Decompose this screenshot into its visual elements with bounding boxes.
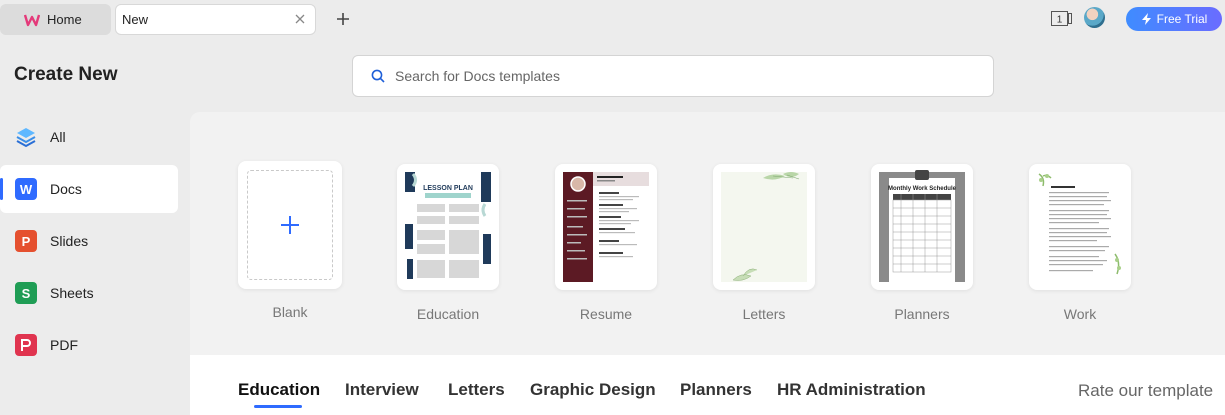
template-card-blank[interactable]: [238, 161, 342, 289]
sidebar-item-label: All: [50, 129, 66, 145]
docs-icon: W: [15, 178, 37, 200]
sidebar-item-label: Sheets: [50, 285, 94, 301]
free-trial-label: Free Trial: [1156, 12, 1208, 26]
search-input[interactable]: [395, 68, 955, 84]
tab-new[interactable]: New: [115, 4, 316, 35]
sidebar-item-all[interactable]: All: [0, 113, 178, 161]
search-bar[interactable]: [352, 55, 994, 97]
close-tab-icon[interactable]: [293, 12, 307, 26]
category-tab-interview[interactable]: Interview: [345, 380, 419, 400]
svg-text:LESSON PLAN: LESSON PLAN: [423, 185, 473, 192]
window-count-icon[interactable]: 1: [1051, 11, 1072, 26]
all-layers-icon: [15, 126, 37, 148]
sidebar-item-slides[interactable]: P Slides: [0, 217, 178, 265]
education-thumbnail: LESSON PLAN: [405, 172, 491, 282]
active-tab-indicator: [254, 405, 302, 408]
search-icon: [371, 69, 385, 83]
lightning-icon: [1141, 13, 1151, 25]
resume-thumbnail: [563, 172, 649, 282]
template-label-letters: Letters: [742, 306, 786, 322]
template-card-resume[interactable]: [555, 164, 657, 290]
category-tab-education[interactable]: Education: [238, 380, 320, 400]
category-tab-planners[interactable]: Planners: [680, 380, 752, 400]
tab-new-label: New: [122, 12, 149, 27]
template-label-blank: Blank: [272, 304, 308, 320]
work-thumbnail: [1037, 172, 1123, 282]
sidebar-item-label: PDF: [50, 337, 78, 353]
window-count-text: 1: [1057, 15, 1063, 26]
sheets-icon: S: [15, 282, 37, 304]
rate-template-link[interactable]: Rate our template: [1078, 381, 1213, 401]
category-tab-graphic-design[interactable]: Graphic Design: [530, 380, 656, 400]
tab-home[interactable]: Home: [0, 4, 111, 35]
tab-home-label: Home: [47, 12, 82, 27]
free-trial-button[interactable]: Free Trial: [1126, 7, 1222, 31]
add-tab-icon[interactable]: [334, 10, 352, 28]
template-card-planners[interactable]: Monthly Work Schedule: [871, 164, 973, 290]
planners-thumbnail: Monthly Work Schedule: [879, 170, 965, 282]
sidebar-item-docs[interactable]: W Docs: [0, 165, 178, 213]
avatar[interactable]: [1084, 7, 1105, 28]
category-tab-letters[interactable]: Letters: [448, 380, 505, 400]
template-card-education[interactable]: LESSON PLAN: [397, 164, 499, 290]
svg-text:Monthly Work Schedule: Monthly Work Schedule: [888, 186, 957, 192]
letters-thumbnail: [721, 172, 807, 282]
slides-icon: P: [15, 230, 37, 252]
template-label-education: Education: [416, 306, 480, 322]
sidebar-item-pdf[interactable]: PDF: [0, 321, 178, 369]
plus-icon: [281, 216, 299, 234]
pdf-icon: [15, 334, 37, 356]
category-tab-hr-administration[interactable]: HR Administration: [777, 380, 926, 400]
page-title: Create New: [14, 64, 118, 85]
template-label-resume: Resume: [579, 306, 633, 322]
template-label-work: Work: [1063, 306, 1097, 322]
template-label-planners: Planners: [894, 306, 950, 322]
sidebar-item-sheets[interactable]: S Sheets: [0, 269, 178, 317]
sidebar-item-label: Docs: [50, 181, 82, 197]
template-card-letters[interactable]: [713, 164, 815, 290]
wps-logo-icon: [24, 14, 40, 26]
template-card-work[interactable]: [1029, 164, 1131, 290]
sidebar-item-label: Slides: [50, 233, 89, 249]
